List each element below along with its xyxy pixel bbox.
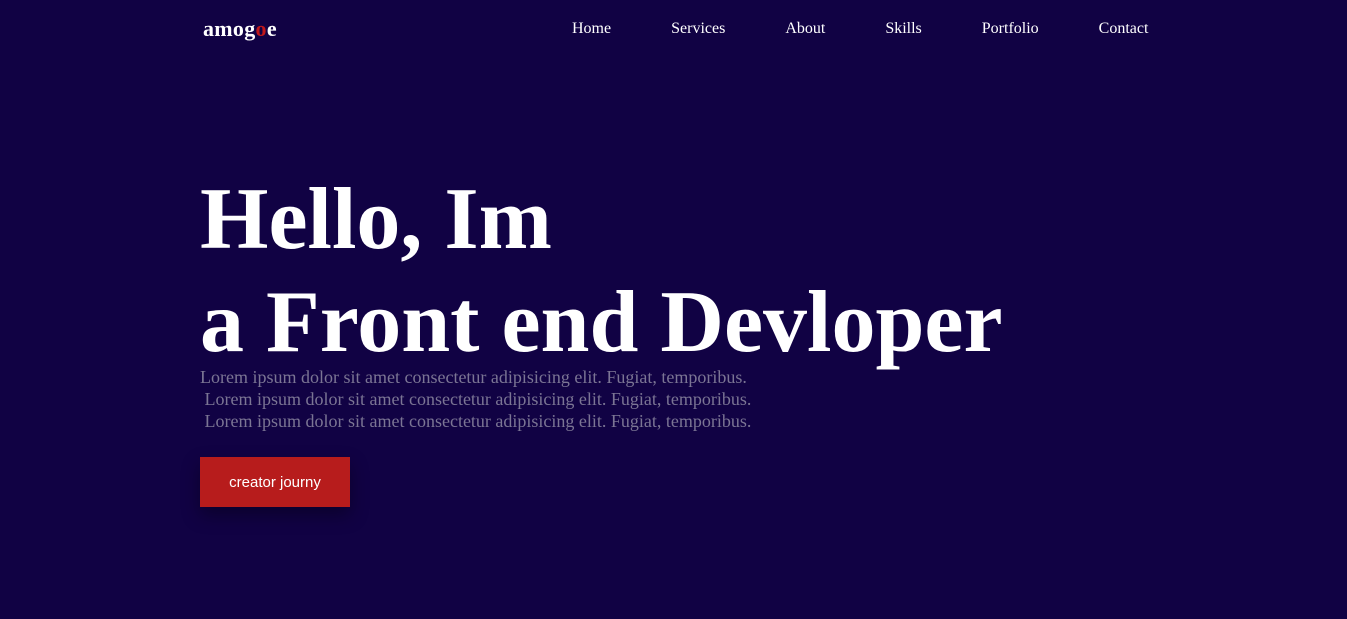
- hero-description-line-1: Lorem ipsum dolor sit amet consectetur a…: [200, 367, 747, 387]
- nav-link-home[interactable]: Home: [572, 20, 611, 38]
- creator-journey-button[interactable]: creator journy: [200, 457, 350, 507]
- hero-description: Lorem ipsum dolor sit amet consectetur a…: [200, 366, 1003, 432]
- hero-description-line-2: Lorem ipsum dolor sit amet consectetur a…: [200, 389, 752, 409]
- hero-heading-line-1: Hello, Im: [200, 171, 552, 268]
- hero-description-line-3: Lorem ipsum dolor sit amet consectetur a…: [200, 411, 752, 431]
- logo[interactable]: amogoe: [203, 16, 277, 42]
- nav-link-skills[interactable]: Skills: [885, 20, 921, 38]
- logo-accent-letter: o: [255, 16, 267, 41]
- nav-link-about[interactable]: About: [785, 20, 825, 38]
- nav-link-portfolio[interactable]: Portfolio: [982, 20, 1039, 38]
- hero-heading-line-2: a Front end Devloper: [200, 274, 1003, 371]
- nav-link-contact[interactable]: Contact: [1099, 20, 1149, 38]
- hero-heading: Hello, Im a Front end Devloper: [200, 168, 1003, 374]
- page: amogoe Home Services About Skills Portfo…: [0, 0, 1347, 619]
- nav-menu: Home Services About Skills Portfolio Con…: [572, 20, 1148, 38]
- navbar: amogoe Home Services About Skills Portfo…: [0, 0, 1347, 60]
- hero-section: Hello, Im a Front end Devloper Lorem ips…: [200, 168, 1003, 432]
- nav-link-services[interactable]: Services: [671, 20, 725, 38]
- logo-text-end: e: [266, 16, 277, 41]
- logo-text-start: amog: [203, 16, 256, 41]
